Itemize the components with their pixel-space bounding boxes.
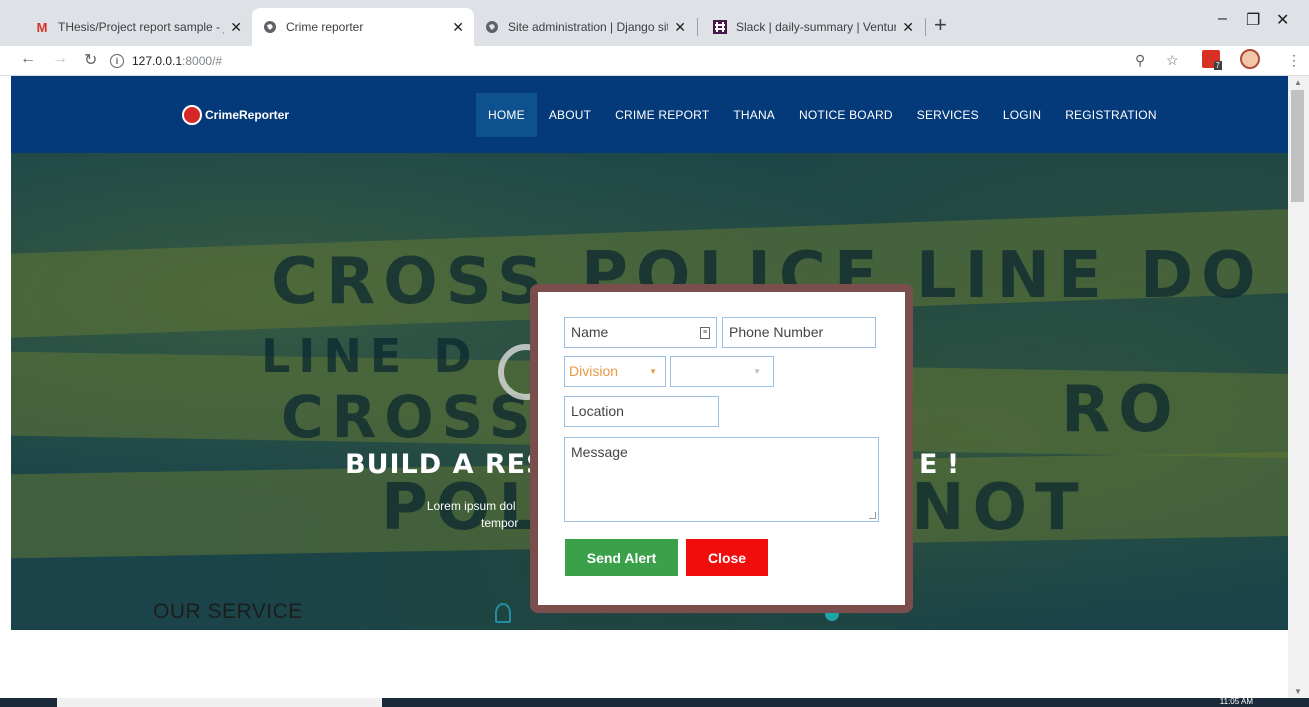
division-placeholder: Division	[569, 363, 619, 379]
tape-text: CROSS	[271, 245, 551, 319]
site-navbar: CrimeReporter HOME ABOUT CRIME REPORT TH…	[11, 76, 1288, 153]
page-scrollbar[interactable]: ▲ ▼	[1288, 76, 1309, 698]
tab-separator	[697, 18, 698, 36]
url-host: 127.0.0.1	[132, 54, 183, 68]
message-placeholder: Message	[571, 444, 628, 460]
globe-icon	[262, 19, 278, 35]
url-path: :8000/#	[182, 54, 223, 68]
division-select[interactable]: Division ▼	[564, 356, 666, 387]
zoom-icon[interactable]: ⚲	[1135, 52, 1145, 69]
services-heading: OUR SERVICE	[153, 600, 303, 623]
bookmark-star-icon[interactable]: ☆	[1166, 52, 1179, 69]
menu-crime-report[interactable]: CRIME REPORT	[603, 93, 721, 137]
globe-icon	[484, 19, 500, 35]
tape-text: LINE D	[261, 329, 480, 383]
hero-headline: BUILD A RES	[345, 449, 547, 480]
tape-text: RO	[1061, 373, 1181, 447]
alert-modal: Name ≡ Phone Number Division ▼ ▼ Locatio…	[530, 284, 913, 613]
phone-placeholder: Phone Number	[729, 324, 824, 340]
scroll-thumb[interactable]	[1291, 90, 1304, 202]
tab-gmail[interactable]: M THesis/Project report sample - ju ✕	[24, 8, 252, 46]
gmail-icon: M	[36, 19, 48, 35]
new-tab-plus-icon[interactable]: +	[934, 12, 947, 38]
send-alert-button[interactable]: Send Alert	[565, 539, 678, 576]
menu-kebab-icon[interactable]: ⋮	[1287, 52, 1301, 69]
resize-handle-icon[interactable]	[869, 512, 876, 519]
district-select[interactable]: ▼	[670, 356, 774, 387]
profile-extension-icon[interactable]	[1240, 49, 1260, 69]
forward-icon[interactable]: →	[52, 50, 68, 68]
logo-icon	[182, 105, 202, 125]
hero-subtext: Lorem ipsum dol tempor	[424, 498, 519, 532]
logo-text: CrimeReporter	[205, 108, 290, 122]
tab-django-admin[interactable]: Site administration | Django site ✕	[474, 8, 696, 46]
alert-form: Name ≡ Phone Number Division ▼ ▼ Locatio…	[538, 292, 905, 605]
address-bar: ← → ↻ i 127.0.0.1:8000/# ⚲ ☆ ⋮	[0, 46, 1309, 76]
url-field[interactable]: i 127.0.0.1:8000/#	[110, 49, 1210, 73]
tab-separator	[925, 18, 926, 36]
name-field[interactable]: Name ≡	[564, 317, 717, 348]
contact-card-icon: ≡	[700, 327, 710, 339]
location-field[interactable]: Location	[564, 396, 719, 427]
minimize-icon[interactable]: –	[1218, 10, 1227, 28]
taskbar-search[interactable]	[57, 698, 382, 707]
tape-text: NOT	[911, 471, 1087, 545]
restore-icon[interactable]: ❐	[1246, 10, 1260, 30]
tape-text: CROSS	[281, 383, 539, 451]
service-bell-icon	[495, 603, 511, 623]
browser-tab-bar: M THesis/Project report sample - ju ✕ Cr…	[0, 0, 1309, 46]
reload-icon[interactable]: ↻	[84, 50, 97, 70]
close-icon[interactable]: ✕	[230, 19, 242, 36]
message-textarea[interactable]: Message	[564, 437, 879, 522]
tab-title: Site administration | Django site	[508, 20, 669, 34]
menu-home[interactable]: HOME	[476, 93, 537, 137]
menu-login[interactable]: LOGIN	[991, 93, 1053, 137]
close-button[interactable]: Close	[686, 539, 768, 576]
phone-field[interactable]: Phone Number	[722, 317, 876, 348]
close-icon[interactable]: ✕	[674, 19, 686, 36]
menu-about[interactable]: ABOUT	[537, 93, 603, 137]
menu-thana[interactable]: THANA	[721, 93, 787, 137]
menu-notice-board[interactable]: NOTICE BOARD	[787, 93, 905, 137]
taskbar-clock: 11:05 AM	[1219, 697, 1253, 706]
hero-headline-end: E !	[919, 449, 960, 480]
os-taskbar: 11:05 AM	[0, 697, 1309, 707]
location-placeholder: Location	[571, 403, 624, 419]
back-icon[interactable]: ←	[20, 50, 36, 68]
hero-subtext-line: Lorem ipsum dol	[426, 499, 516, 513]
close-icon[interactable]: ✕	[452, 19, 464, 36]
extension-badge-count: 7	[1213, 61, 1222, 70]
tab-title: Crime reporter	[286, 20, 364, 34]
tab-title: Slack | daily-summary | Venture S	[736, 20, 897, 34]
name-placeholder: Name	[571, 324, 609, 340]
menu-registration[interactable]: REGISTRATION	[1053, 93, 1169, 137]
main-menu: HOME ABOUT CRIME REPORT THANA NOTICE BOA…	[476, 93, 1169, 137]
tab-crime-reporter[interactable]: Crime reporter ✕	[252, 8, 474, 46]
tab-slack[interactable]: Slack | daily-summary | Venture S ✕	[702, 8, 924, 46]
scroll-down-icon[interactable]: ▼	[1294, 687, 1302, 696]
scroll-up-icon[interactable]: ▲	[1294, 78, 1302, 87]
extension-icon[interactable]: 7	[1202, 50, 1222, 70]
window-close-icon[interactable]: ✕	[1276, 10, 1289, 30]
hero-subtext-line: tempor	[481, 516, 519, 530]
close-icon[interactable]: ✕	[902, 19, 914, 36]
menu-services[interactable]: SERVICES	[905, 93, 991, 137]
site-logo[interactable]: CrimeReporter	[182, 105, 289, 125]
info-icon[interactable]: i	[110, 54, 124, 68]
slack-icon	[712, 19, 728, 35]
tab-title: THesis/Project report sample - ju	[58, 20, 225, 34]
chevron-down-icon: ▼	[753, 367, 761, 376]
chevron-down-icon: ▼	[649, 367, 657, 376]
